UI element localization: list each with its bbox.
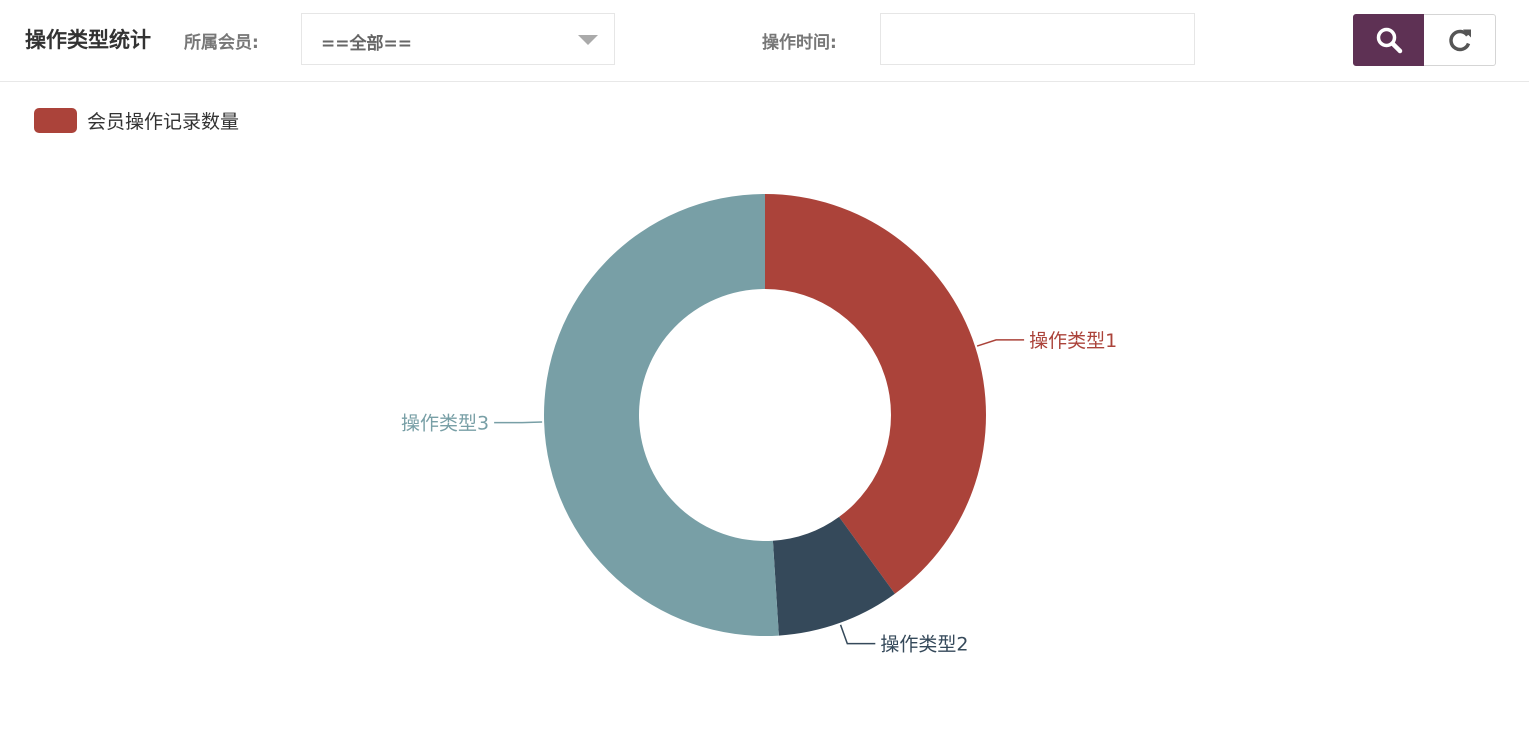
pie-slice-3[interactable]	[544, 194, 779, 636]
slice-leader-line-3	[494, 421, 543, 424]
slice-leader-line-1	[976, 339, 1025, 347]
pie-slice-1[interactable]	[765, 194, 986, 594]
slice-label-2: 操作类型2	[880, 634, 968, 656]
slice-label-3: 操作类型3	[401, 413, 489, 435]
donut-chart: 操作类型1 操作类型2 操作类型3	[401, 194, 1117, 656]
slice-label-1: 操作类型1	[1029, 330, 1117, 352]
slice-leader-line-2	[839, 624, 876, 645]
